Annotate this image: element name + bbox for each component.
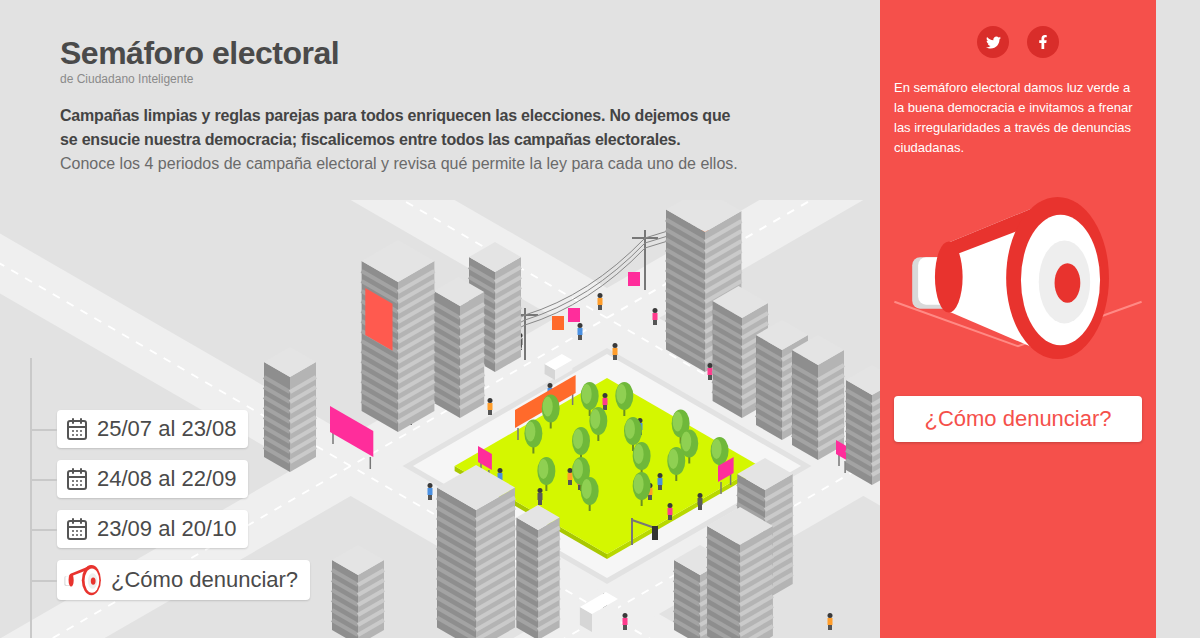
- traffic-light: [632, 518, 658, 545]
- person: [668, 503, 673, 520]
- twitter-icon: [986, 35, 1001, 50]
- subtitle: de Ciudadano Inteligente: [60, 72, 740, 86]
- building: [264, 347, 316, 472]
- tree: [633, 442, 651, 476]
- report-button[interactable]: ¿Cómo denunciar?: [57, 560, 310, 600]
- tree: [524, 420, 542, 454]
- timeline: 25/07 al 23/08 24/08 al 22/09 23/09 al 20/…: [30, 358, 880, 638]
- period-button[interactable]: 23/09 al 20/10: [57, 510, 248, 548]
- person: [603, 393, 608, 410]
- lead: Campañas limpias y reglas parejas para t…: [60, 104, 740, 152]
- person: [658, 473, 663, 490]
- billboard: [718, 457, 734, 494]
- twitter-button[interactable]: [977, 26, 1009, 58]
- person: [538, 488, 543, 505]
- tree: [542, 395, 560, 429]
- period-item: 24/08 al 22/09: [57, 460, 248, 498]
- building: [846, 365, 880, 485]
- title: Semáforo electoral: [60, 34, 740, 72]
- person: [623, 613, 628, 630]
- calendar-icon: [65, 517, 89, 541]
- tree: [615, 382, 633, 416]
- billboard: [365, 288, 392, 351]
- social-row: [894, 26, 1142, 58]
- tree: [572, 427, 590, 461]
- megaphone-illustration: [894, 188, 1142, 366]
- sidebar: En semáforo electoral damos luz verde a …: [880, 0, 1156, 638]
- period-nav: 25/07 al 23/08 24/08 al 22/09 23/09 al 20/…: [0, 358, 880, 638]
- person: [708, 363, 713, 380]
- person: [653, 308, 658, 325]
- building: [434, 277, 484, 418]
- period-button[interactable]: 24/08 al 22/09: [57, 460, 248, 498]
- billboard: [515, 375, 576, 440]
- person: [828, 613, 833, 630]
- sidebar-text: En semáforo electoral damos luz verde a …: [894, 78, 1142, 158]
- person: [598, 293, 603, 310]
- tree: [581, 477, 599, 511]
- roads: [0, 200, 880, 638]
- tree: [537, 457, 555, 491]
- person: [568, 468, 573, 485]
- building: [437, 465, 515, 638]
- header: Semáforo electoralde Ciudadano Inteligen…: [0, 0, 800, 176]
- megaphone-icon: [61, 563, 107, 597]
- facebook-button[interactable]: [1027, 26, 1059, 58]
- building: [362, 240, 435, 432]
- person: [488, 398, 493, 415]
- report-button[interactable]: ¿Cómo denunciar?: [894, 396, 1142, 442]
- page: Semáforo electoralde Ciudadano Inteligen…: [0, 0, 1200, 638]
- person: [698, 493, 703, 510]
- facebook-icon: [1036, 35, 1050, 49]
- period-item: 25/07 al 23/08: [57, 410, 248, 448]
- period-button[interactable]: 25/07 al 23/08: [57, 410, 248, 448]
- main-area: Semáforo electoralde Ciudadano Inteligen…: [0, 0, 880, 638]
- vehicle: [580, 592, 618, 632]
- tree: [667, 447, 685, 481]
- building: [332, 545, 384, 638]
- period-item: 23/09 al 20/10: [57, 510, 248, 548]
- megaphone-icon: [894, 188, 1142, 366]
- person: [428, 483, 433, 500]
- calendar-icon: [65, 467, 89, 491]
- person: [578, 323, 583, 340]
- tree: [633, 472, 651, 506]
- building: [516, 505, 559, 638]
- billboard: [330, 406, 373, 469]
- calendar-icon: [65, 417, 89, 441]
- period-item: ¿Cómo denunciar?: [57, 560, 310, 600]
- building: [707, 507, 773, 638]
- intro: Conoce los 4 periodos de campaña elector…: [60, 152, 740, 176]
- tree: [589, 407, 607, 441]
